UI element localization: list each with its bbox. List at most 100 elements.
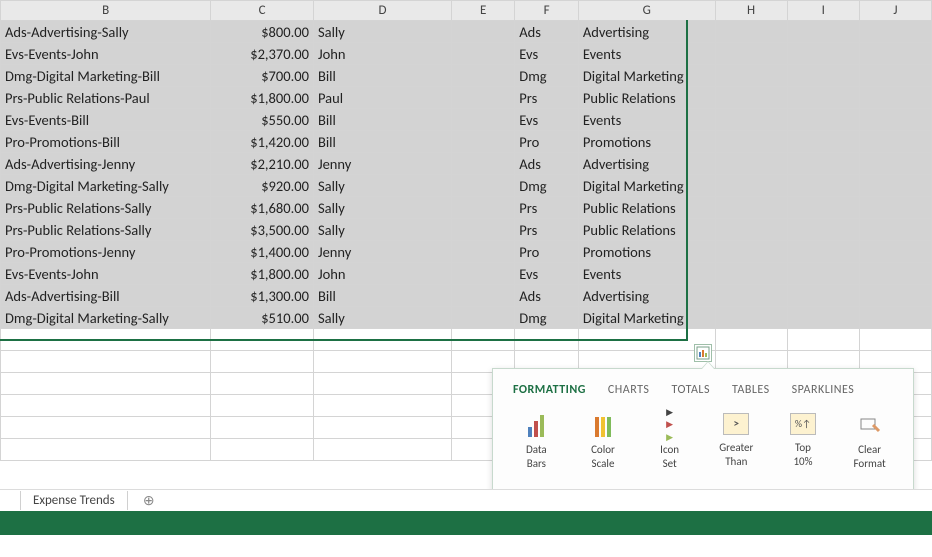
table-row[interactable]: Evs-Events-Bill$550.00BillEvsEvents [1, 109, 932, 131]
cell[interactable] [452, 175, 515, 197]
cell[interactable] [452, 131, 515, 153]
col-header-D[interactable]: D [313, 1, 451, 21]
table-row[interactable]: Prs-Public Relations-Paul$1,800.00PaulPr… [1, 87, 932, 109]
table-row[interactable]: Ads-Advertising-Sally$800.00SallyAdsAdve… [1, 21, 932, 43]
cell[interactable]: Ads [515, 21, 579, 43]
cell[interactable] [859, 263, 931, 285]
cell[interactable]: Dmg [515, 307, 579, 329]
cell[interactable]: Ads-Advertising-Jenny [1, 153, 211, 175]
col-header-I[interactable]: I [787, 1, 859, 21]
col-header-E[interactable]: E [452, 1, 515, 21]
cell[interactable]: Bill [313, 109, 451, 131]
cell[interactable]: $2,370.00 [211, 43, 314, 65]
cell[interactable] [787, 153, 859, 175]
cell[interactable] [1, 351, 211, 373]
cell[interactable]: Events [578, 263, 715, 285]
cell[interactable]: Promotions [578, 241, 715, 263]
cell[interactable] [452, 219, 515, 241]
cell[interactable]: Events [578, 109, 715, 131]
cell[interactable]: Sally [313, 21, 451, 43]
cell[interactable] [859, 109, 931, 131]
cell[interactable]: $920.00 [211, 175, 314, 197]
cell[interactable] [452, 241, 515, 263]
cell[interactable]: Pro-Promotions-Jenny [1, 241, 211, 263]
cell[interactable]: John [313, 263, 451, 285]
cell[interactable] [211, 417, 314, 439]
cell[interactable]: Evs [515, 263, 579, 285]
cell[interactable]: Sally [313, 307, 451, 329]
cell[interactable]: $800.00 [211, 21, 314, 43]
quick-analysis-button[interactable] [694, 344, 712, 362]
cell[interactable]: $550.00 [211, 109, 314, 131]
cell[interactable] [787, 197, 859, 219]
cell[interactable]: Ads [515, 285, 579, 307]
table-row[interactable]: Ads-Advertising-Jenny$2,210.00JennyAdsAd… [1, 153, 932, 175]
cell[interactable] [715, 307, 787, 329]
cell[interactable] [715, 241, 787, 263]
cell[interactable]: $1,300.00 [211, 285, 314, 307]
cell[interactable] [859, 307, 931, 329]
cell[interactable]: Prs [515, 219, 579, 241]
qa-item-color-scale[interactable]: ColorScale [573, 413, 633, 471]
qa-item-clear-format[interactable]: ClearFormat [840, 413, 900, 471]
cell[interactable]: Evs-Events-John [1, 43, 211, 65]
cell[interactable] [787, 307, 859, 329]
cell[interactable]: Advertising [578, 285, 715, 307]
cell[interactable] [452, 307, 515, 329]
cell[interactable]: Dmg-Digital Marketing-Bill [1, 65, 211, 87]
cell[interactable] [1, 395, 211, 417]
cell[interactable] [859, 153, 931, 175]
cell[interactable]: $1,400.00 [211, 241, 314, 263]
cell[interactable]: Advertising [578, 21, 715, 43]
cell[interactable]: Bill [313, 65, 451, 87]
cell[interactable] [452, 109, 515, 131]
cell[interactable] [715, 153, 787, 175]
cell[interactable]: Public Relations [578, 219, 715, 241]
cell[interactable]: Bill [313, 285, 451, 307]
col-header-C[interactable]: C [211, 1, 314, 21]
cell[interactable] [787, 131, 859, 153]
cell[interactable] [787, 109, 859, 131]
cell[interactable] [859, 329, 931, 351]
cell[interactable] [715, 219, 787, 241]
col-header-F[interactable]: F [515, 1, 579, 21]
cell[interactable]: Paul [313, 87, 451, 109]
cell[interactable]: Prs [515, 197, 579, 219]
cell[interactable]: Sally [313, 197, 451, 219]
cell[interactable]: $3,500.00 [211, 219, 314, 241]
cell[interactable] [211, 439, 314, 461]
tab-tables[interactable]: TABLES [732, 383, 770, 397]
cell[interactable]: Digital Marketing [578, 175, 715, 197]
new-sheet-button[interactable]: ⊕ [138, 492, 160, 510]
cell[interactable]: Promotions [578, 131, 715, 153]
cell[interactable]: John [313, 43, 451, 65]
cell[interactable] [313, 351, 451, 373]
cell[interactable] [715, 109, 787, 131]
cell[interactable] [313, 417, 451, 439]
table-row[interactable]: Dmg-Digital Marketing-Sally$920.00SallyD… [1, 175, 932, 197]
cell[interactable] [313, 439, 451, 461]
sheet-tab-expense-trends[interactable]: Expense Trends [20, 491, 128, 510]
cell[interactable] [211, 351, 314, 373]
cell[interactable]: Pro-Promotions-Bill [1, 131, 211, 153]
cell[interactable]: $2,210.00 [211, 153, 314, 175]
cell[interactable]: Advertising [578, 153, 715, 175]
cell[interactable]: $700.00 [211, 65, 314, 87]
cell[interactable]: Prs [515, 87, 579, 109]
table-row[interactable]: Pro-Promotions-Bill$1,420.00BillProPromo… [1, 131, 932, 153]
cell[interactable] [859, 43, 931, 65]
cell[interactable]: Sally [313, 219, 451, 241]
cell[interactable]: Bill [313, 131, 451, 153]
cell[interactable] [859, 197, 931, 219]
cell[interactable] [715, 21, 787, 43]
cell[interactable]: Evs-Events-Bill [1, 109, 211, 131]
cell[interactable] [859, 219, 931, 241]
cell[interactable]: Ads-Advertising-Bill [1, 285, 211, 307]
cell[interactable] [715, 263, 787, 285]
cell[interactable]: Jenny [313, 241, 451, 263]
cell[interactable] [715, 175, 787, 197]
cell[interactable]: Evs-Events-John [1, 263, 211, 285]
cell[interactable]: Jenny [313, 153, 451, 175]
col-header-B[interactable]: B [1, 1, 211, 21]
cell[interactable] [787, 219, 859, 241]
